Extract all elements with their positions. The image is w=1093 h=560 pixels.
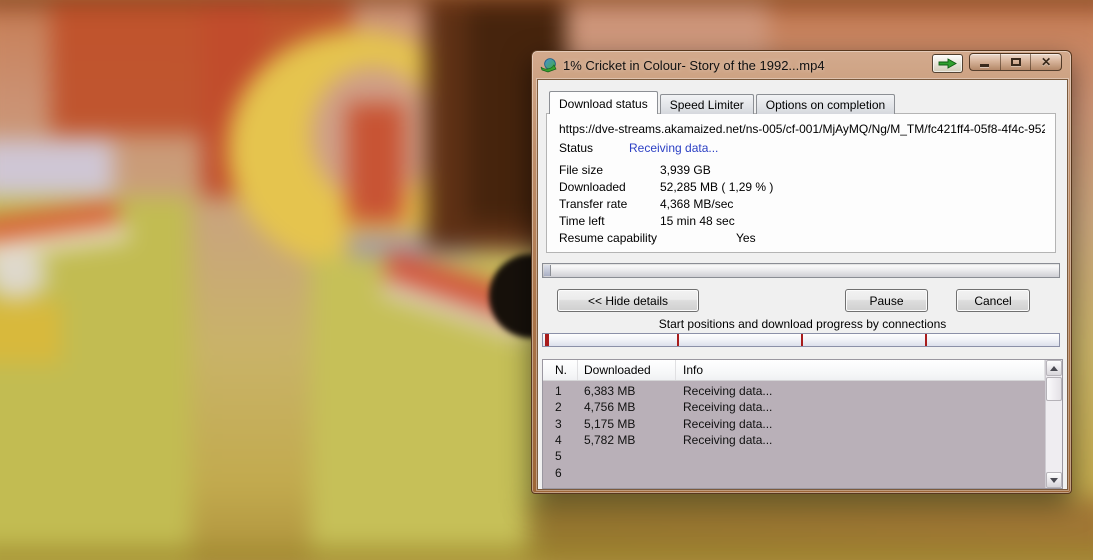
file-size-row: File size 3,939 GB (559, 161, 1045, 178)
close-button[interactable]: ✕ (1030, 54, 1061, 70)
background-shape (0, 300, 62, 364)
row-downloaded: 6,383 MB (584, 384, 636, 399)
transfer-rate-label: Transfer rate (559, 196, 628, 211)
minimize-button[interactable] (970, 54, 1000, 70)
status-value: Receiving data... (629, 140, 719, 155)
connection-row-5[interactable]: 5 (543, 448, 1045, 464)
maximize-icon (1010, 58, 1021, 66)
window-controls: ✕ (969, 53, 1062, 71)
cancel-button[interactable]: Cancel (956, 289, 1030, 312)
connection-row-6[interactable]: 6 (543, 464, 1045, 480)
row-info: Receiving data... (683, 384, 773, 399)
scroll-down-icon (1050, 477, 1058, 483)
download-progress-bar (542, 263, 1060, 278)
row-number: 2 (555, 400, 562, 415)
time-left-label: Time left (559, 213, 605, 228)
file-size-label: File size (559, 162, 604, 177)
download-url: https://dve-streams.akamaized.net/ns-005… (559, 122, 1045, 136)
dialog-client-area: Download status Speed Limiter Options on… (537, 79, 1068, 490)
connection-start-marker (801, 334, 803, 346)
titlebar[interactable]: 1% Cricket in Colour- Story of the 1992.… (532, 51, 1071, 79)
connection-row-4[interactable]: 4 5,782 MB Receiving data... (543, 432, 1045, 448)
time-left-row: Time left 15 min 48 sec (559, 212, 1045, 229)
tab-strip: Download status Speed Limiter Options on… (549, 91, 896, 114)
scroll-down-button[interactable] (1046, 472, 1062, 488)
idm-app-icon (540, 58, 557, 73)
connections-caption: Start positions and download progress by… (658, 317, 947, 331)
row-info: Receiving data... (683, 416, 773, 431)
row-downloaded: 5,782 MB (584, 433, 636, 448)
idm-tray-arrow-button[interactable] (932, 54, 963, 73)
transfer-rate-value: 4,368 MB/sec (660, 196, 734, 211)
row-number: 3 (555, 416, 562, 431)
connections-table-main: N. Downloaded Info 1 6,383 MB Receiving … (543, 360, 1045, 488)
time-left-value: 15 min 48 sec (660, 213, 735, 228)
pause-button[interactable]: Pause (845, 289, 928, 312)
progress-fill (544, 265, 551, 276)
row-number: 1 (555, 384, 562, 399)
scrollbar-track[interactable] (1046, 402, 1062, 472)
scroll-up-button[interactable] (1046, 360, 1062, 376)
resume-capability-row: Resume capability Yes (559, 229, 1045, 246)
connection-start-marker (924, 334, 927, 346)
scroll-up-icon (1050, 365, 1058, 371)
idm-download-window: 1% Cricket in Colour- Story of the 1992.… (531, 50, 1072, 494)
connection-row-3[interactable]: 3 5,175 MB Receiving data... (543, 416, 1045, 432)
connections-bar (542, 333, 1060, 347)
tab-speed-limiter[interactable]: Speed Limiter (659, 94, 754, 114)
row-number: 5 (555, 449, 562, 464)
transfer-rate-row: Transfer rate 4,368 MB/sec (559, 195, 1045, 212)
column-header-downloaded[interactable]: Downloaded (578, 360, 676, 380)
download-details-pane: https://dve-streams.akamaized.net/ns-005… (546, 113, 1056, 253)
row-info: Receiving data... (683, 433, 773, 448)
row-downloaded: 4,756 MB (584, 400, 636, 415)
scrollbar-thumb[interactable] (1046, 377, 1062, 401)
column-header-n[interactable]: N. (543, 360, 578, 380)
screen: 1% Cricket in Colour- Story of the 1992.… (0, 0, 1093, 560)
connections-table: N. Downloaded Info 1 6,383 MB Receiving … (542, 359, 1063, 489)
status-label: Status (559, 140, 594, 155)
row-number: 4 (555, 433, 562, 448)
hide-details-button[interactable]: << Hide details (557, 289, 699, 312)
column-header-info[interactable]: Info (676, 360, 1045, 380)
row-number: 6 (555, 465, 562, 480)
row-downloaded: 5,175 MB (584, 416, 636, 431)
tab-download-status[interactable]: Download status (549, 91, 658, 114)
green-arrow-icon (938, 58, 957, 69)
background-shape (0, 546, 1093, 560)
table-header: N. Downloaded Info (543, 360, 1045, 381)
resume-capability-label: Resume capability (559, 230, 658, 245)
downloaded-label: Downloaded (559, 179, 626, 194)
connection-start-marker (677, 334, 680, 346)
row-info: Receiving data... (683, 400, 773, 415)
close-icon: ✕ (1041, 55, 1052, 69)
background-shape (347, 103, 405, 223)
connection-row-2[interactable]: 2 4,756 MB Receiving data... (543, 399, 1045, 415)
table-scrollbar (1045, 360, 1062, 488)
downloaded-row: Downloaded 52,285 MB ( 1,29 % ) (559, 178, 1045, 195)
tab-options-on-completion[interactable]: Options on completion (755, 94, 896, 114)
background-shape (0, 0, 1093, 4)
connection-start-marker (545, 334, 550, 346)
status-row: Status Receiving data... (559, 139, 1045, 156)
resume-capability-value: Yes (736, 230, 756, 245)
file-size-value: 3,939 GB (660, 162, 711, 177)
detail-rows: File size 3,939 GB Downloaded 52,285 MB … (559, 161, 1045, 246)
table-body: 1 6,383 MB Receiving data... 2 4,756 MB … (543, 381, 1045, 481)
downloaded-value: 52,285 MB ( 1,29 % ) (660, 179, 774, 194)
minimize-icon (980, 63, 990, 67)
connection-row-1[interactable]: 1 6,383 MB Receiving data... (543, 383, 1045, 399)
maximize-button[interactable] (999, 54, 1031, 70)
window-title: 1% Cricket in Colour- Story of the 1992.… (563, 57, 825, 73)
